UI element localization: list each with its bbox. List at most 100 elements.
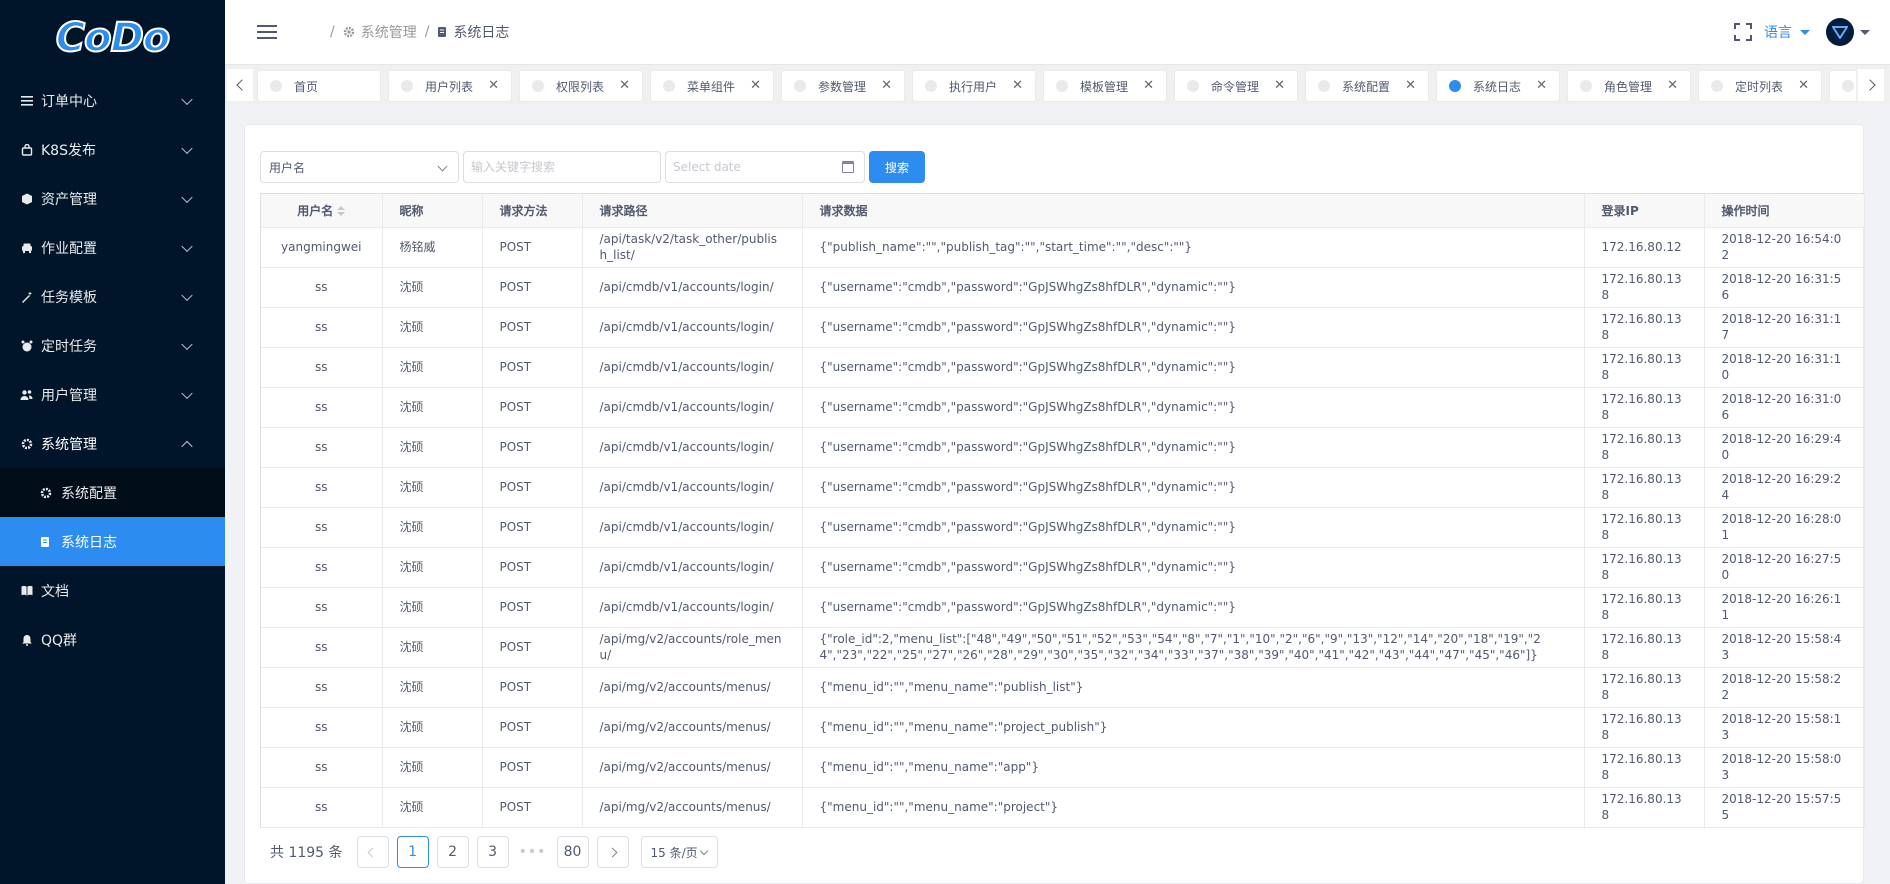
close-icon[interactable]: ✕ xyxy=(1012,79,1023,92)
sort-icon[interactable] xyxy=(337,206,346,217)
caret-down-icon xyxy=(1800,29,1810,35)
cell-ip: 172.16.80.138 xyxy=(1584,387,1705,428)
scroll-right-button[interactable] xyxy=(1858,69,1884,101)
page-ellipsis[interactable]: ••• xyxy=(516,836,549,868)
close-icon[interactable]: ✕ xyxy=(1667,79,1678,92)
table-row: ss 沈硕 POST/api/mg/v2/accounts/menus/{"menu… xyxy=(261,787,1865,828)
logo[interactable]: CoDo xyxy=(0,0,225,76)
cell-data: {"menu_id":"","menu_name":"publish_list"… xyxy=(802,667,1585,708)
tag-12[interactable]: 定时列表 ✕ xyxy=(1698,70,1822,102)
tag-2[interactable]: 用户列表 ✕ xyxy=(388,70,512,102)
cell-data: {"role_id":2,"menu_list":["48","49","50"… xyxy=(802,627,1585,668)
language-dropdown[interactable]: 语言 xyxy=(1764,22,1810,42)
close-icon[interactable]: ✕ xyxy=(881,79,892,92)
page-size-select[interactable]: 15 条/页 xyxy=(640,836,718,868)
sidebar-item-3[interactable]: 资产管理 xyxy=(0,174,225,223)
cell-method: POST xyxy=(482,707,583,748)
close-icon[interactable]: ✕ xyxy=(1536,79,1547,92)
tag-7[interactable]: 模板管理 ✕ xyxy=(1043,70,1167,102)
tag-5[interactable]: 参数管理 ✕ xyxy=(781,70,905,102)
chevron-down-icon xyxy=(181,289,193,301)
tag-9[interactable]: 系统配置 ✕ xyxy=(1305,70,1429,102)
close-icon[interactable]: ✕ xyxy=(750,79,761,92)
tag-11[interactable]: 角色管理 ✕ xyxy=(1567,70,1691,102)
prev-page-button[interactable] xyxy=(356,836,389,868)
cell-ip: 172.16.80.138 xyxy=(1584,427,1705,468)
tag-6[interactable]: 执行用户 ✕ xyxy=(912,70,1036,102)
pagination: 共 1195 条 1 2 3 ••• 80 15 条/页 xyxy=(260,836,726,868)
table-body: yangmingwei 杨铭威 POST/api/task/v2/task_othe… xyxy=(261,227,1865,828)
sidebar-item-5[interactable]: 任务模板 xyxy=(0,272,225,321)
calendar-icon xyxy=(842,161,854,173)
cell-username: ss xyxy=(261,707,383,748)
table-header-row: 用户名 昵称 请求方法 请求路径 请求数据 登录IP 操作时间 xyxy=(261,194,1865,228)
submenu-item-2[interactable]: 系统日志 xyxy=(0,517,225,566)
next-page-button[interactable] xyxy=(596,836,629,868)
page-button-2[interactable]: 2 xyxy=(436,836,469,868)
table-row: ss 沈硕 POST/api/mg/v2/accounts/role_menu/{"… xyxy=(261,627,1865,668)
cell-data: {"username":"cmdb","password":"GpJSWhgZs… xyxy=(802,387,1585,428)
close-icon[interactable]: ✕ xyxy=(1274,79,1285,92)
cell-path: /api/cmdb/v1/accounts/login/ xyxy=(582,467,803,508)
tag-label: 命令管理 xyxy=(1211,79,1260,94)
cell-data: {"username":"cmdb","password":"GpJSWhgZs… xyxy=(802,507,1585,548)
cell-method: POST xyxy=(482,587,583,628)
close-icon[interactable]: ✕ xyxy=(488,79,499,92)
cell-method: POST xyxy=(482,267,583,308)
date-picker[interactable] xyxy=(665,151,865,183)
search-button[interactable]: 搜索 xyxy=(869,151,925,183)
page-button-3[interactable]: 3 xyxy=(476,836,509,868)
language-label: 语言 xyxy=(1764,25,1792,41)
cell-ip: 172.16.80.138 xyxy=(1584,547,1705,588)
cell-path: /api/cmdb/v1/accounts/login/ xyxy=(582,507,803,548)
sidebar-item-8[interactable]: 系统管理 xyxy=(0,419,225,468)
column-header-username[interactable]: 用户名 xyxy=(261,194,383,228)
tag-10[interactable]: 系统日志 ✕ xyxy=(1436,70,1560,102)
cell-ip: 172.16.80.138 xyxy=(1584,587,1705,628)
close-icon[interactable]: ✕ xyxy=(1798,79,1809,92)
sidebar-item-label: QQ群 xyxy=(41,632,78,649)
fullscreen-icon[interactable] xyxy=(1734,23,1752,41)
bell-icon xyxy=(20,633,33,646)
cell-method: POST xyxy=(482,507,583,548)
tag-1[interactable]: 首页 xyxy=(257,70,381,102)
sidebar-item-6[interactable]: 定时任务 xyxy=(0,321,225,370)
scroll-left-button[interactable] xyxy=(227,69,253,101)
cell-path: /api/mg/v2/accounts/menus/ xyxy=(582,787,803,828)
sidebar-item-2[interactable]: K8S发布 xyxy=(0,125,225,174)
date-input[interactable] xyxy=(673,160,823,174)
cell-username: ss xyxy=(261,347,383,388)
close-icon[interactable]: ✕ xyxy=(619,79,630,92)
page-button-1[interactable]: 1 xyxy=(396,836,429,868)
cell-username: ss xyxy=(261,467,383,508)
chevron-down-icon xyxy=(181,387,193,399)
user-menu-caret-icon[interactable] xyxy=(1860,29,1870,35)
sidebar-item-1[interactable]: 订单中心 xyxy=(0,76,225,125)
collapse-menu-icon[interactable] xyxy=(257,25,277,39)
breadcrumb-item-system[interactable]: 系统管理 xyxy=(361,22,417,42)
tag-8[interactable]: 命令管理 ✕ xyxy=(1174,70,1298,102)
tag-3[interactable]: 权限列表 ✕ xyxy=(519,70,643,102)
cell-time: 2018-12-20 16:31:56 xyxy=(1704,267,1865,308)
submenu-item-label: 系统日志 xyxy=(61,534,117,551)
page-button-last[interactable]: 80 xyxy=(556,836,589,868)
close-icon[interactable]: ✕ xyxy=(1143,79,1154,92)
sidebar-item-label: 订单中心 xyxy=(41,93,97,110)
cell-nickname: 沈硕 xyxy=(382,267,483,308)
avatar[interactable] xyxy=(1826,18,1854,46)
sidebar-item-9[interactable]: 文档 xyxy=(0,566,225,615)
tag-4[interactable]: 菜单组件 ✕ xyxy=(650,70,774,102)
keyword-search-input[interactable] xyxy=(463,151,661,183)
sidebar-item-10[interactable]: QQ群 xyxy=(0,615,225,664)
sidebar-item-7[interactable]: 用户管理 xyxy=(0,370,225,419)
cell-path: /api/mg/v2/accounts/role_menu/ xyxy=(582,627,803,668)
field-select[interactable]: 用户名 xyxy=(260,151,459,183)
submenu-item-1[interactable]: 系统配置 xyxy=(0,468,225,517)
close-icon[interactable]: ✕ xyxy=(1405,79,1416,92)
cell-nickname: 沈硕 xyxy=(382,427,483,468)
chevron-down-icon xyxy=(181,93,193,105)
cell-data: {"username":"cmdb","password":"GpJSWhgZs… xyxy=(802,547,1585,588)
sidebar-item-4[interactable]: 作业配置 xyxy=(0,223,225,272)
cell-username: ss xyxy=(261,547,383,588)
tag-13[interactable]: 发布配置✕ xyxy=(1829,70,1856,102)
